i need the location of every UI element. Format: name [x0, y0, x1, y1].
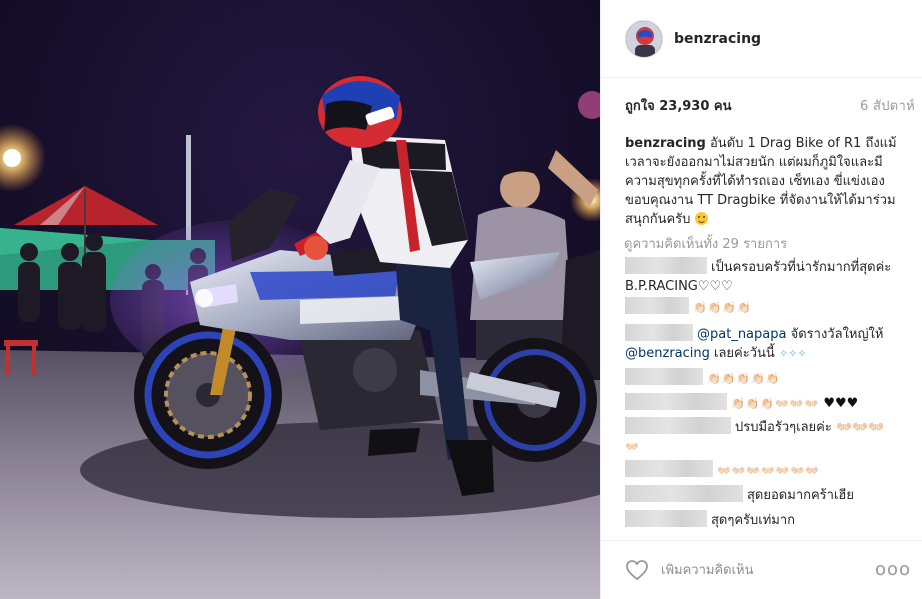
caption-username[interactable]: benzracing: [625, 136, 706, 151]
blurred-username[interactable]: [625, 485, 743, 502]
comment-text: จัดรางวัลใหญ่ให้: [790, 327, 884, 342]
post-caption: benzracing อันดับ 1 Drag Bike of R1 ถึงแ…: [625, 134, 907, 229]
blurred-username[interactable]: [625, 393, 727, 410]
comment-text: ปรบมือรัวๆเลยค่ะ 👐🏻👐🏻👐🏻: [735, 420, 885, 435]
header-username[interactable]: benzracing: [674, 31, 761, 47]
instagram-post: benzracing ถูกใจ 23,930 คน 6 สัปดาห์ ben…: [0, 0, 922, 599]
likes-count[interactable]: ถูกใจ 23,930 คน: [625, 95, 732, 116]
smiley-emoji-icon: [694, 212, 708, 225]
blurred-username[interactable]: [625, 324, 693, 341]
post-actions: ooo: [601, 540, 922, 599]
blurred-username[interactable]: [625, 257, 707, 274]
blurred-username[interactable]: [625, 510, 707, 527]
comment-item: เป็นครอบครัวที่น่ารักมากที่สุดค่ะ B.P.RA…: [625, 257, 915, 296]
comment-text: เลยค่ะวันนี้: [714, 346, 775, 361]
post-header: benzracing: [601, 0, 922, 78]
blurred-username[interactable]: [625, 460, 713, 477]
heart-outline-icon[interactable]: [625, 559, 649, 581]
comment-text-line2: 👐🏻: [625, 440, 640, 453]
post-stats: ถูกใจ 23,930 คน 6 สัปดาห์: [625, 95, 915, 116]
post-time[interactable]: 6 สัปดาห์: [860, 95, 915, 116]
post-photo[interactable]: [0, 0, 600, 599]
sparkle-icon: ✧✧✧: [778, 347, 807, 360]
comment-mention[interactable]: @pat_napapa: [697, 327, 786, 342]
comment-text: สุดๆครับเท่มาก: [711, 513, 796, 528]
more-options-icon[interactable]: ooo: [875, 561, 911, 579]
blurred-username[interactable]: [625, 297, 689, 314]
comment-item: 👏🏻👏🏻👏🏻👏🏻👏🏻: [625, 368, 915, 388]
comment-text: 👏🏻👏🏻👏🏻👏🏻👏🏻: [707, 372, 781, 385]
comment-input[interactable]: [661, 562, 871, 578]
comment-text: 👏🏻👏🏻👏🏻👐🏻👐🏻👐🏻: [731, 397, 820, 410]
comment-item: 👏🏻👏🏻👏🏻👏🏻: [625, 297, 915, 317]
blurred-username[interactable]: [625, 417, 731, 434]
comment-item: 👐🏻👐🏻👐🏻👐🏻👐🏻👐🏻👐🏻: [625, 460, 915, 480]
avatar-image: [626, 20, 662, 57]
comment-text: 👏🏻👏🏻👏🏻👏🏻: [693, 301, 752, 314]
comment-item: สุดยอดมากคร้าเฮีย: [625, 485, 915, 505]
comment-text: สุดยอดมากคร้าเฮีย: [747, 488, 854, 503]
avatar[interactable]: [625, 19, 663, 58]
black-heart-icon: ♥♥♥: [823, 396, 859, 411]
comment-text: 👐🏻👐🏻👐🏻👐🏻👐🏻👐🏻👐🏻: [717, 464, 820, 477]
comment-item: ปรบมือรัวๆเลยค่ะ 👐🏻👐🏻👐🏻 👐🏻: [625, 417, 915, 456]
comment-mention[interactable]: @benzracing: [625, 346, 710, 361]
motorcycle-photo: [0, 0, 600, 599]
blurred-username[interactable]: [625, 368, 703, 385]
comment-item: @pat_napapa จัดรางวัลใหญ่ให้ @benzracing…: [625, 324, 915, 363]
comment-item: 👏🏻👏🏻👏🏻👐🏻👐🏻👐🏻 ♥♥♥: [625, 393, 915, 413]
comment-item: สุดๆครับเท่มาก: [625, 510, 915, 530]
post-side-panel: benzracing ถูกใจ 23,930 คน 6 สัปดาห์ ben…: [600, 0, 922, 599]
view-all-comments-link[interactable]: ดูความคิดเห็นทั้ง 29 รายการ: [624, 233, 787, 254]
